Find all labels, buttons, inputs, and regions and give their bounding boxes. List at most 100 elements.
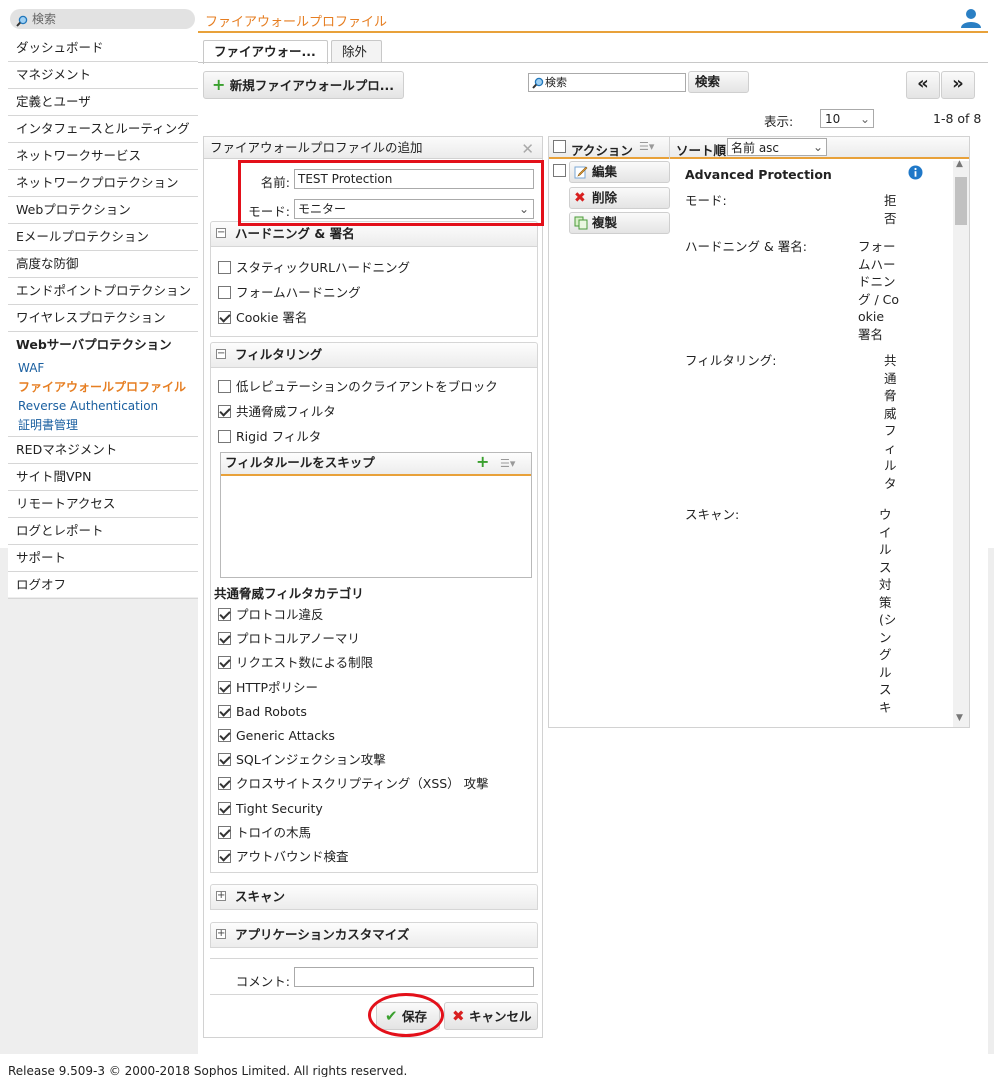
sidebar-subitem[interactable]: Reverse Authentication xyxy=(8,397,198,416)
expand-icon[interactable]: + xyxy=(216,891,226,901)
search-button[interactable]: 検索 xyxy=(688,71,749,93)
option-checkbox[interactable]: スタティックURLハードニング xyxy=(218,260,410,275)
option-checkbox[interactable]: アウトバウンド検査 xyxy=(218,849,349,864)
scroll-up-icon[interactable]: ▲ xyxy=(956,159,963,169)
option-checkbox[interactable]: Tight Security xyxy=(218,801,323,816)
new-firewall-profile-button[interactable]: + 新規ファイアウォールプロ... xyxy=(203,71,404,99)
add-icon[interactable]: + xyxy=(476,452,489,472)
checkbox-box[interactable] xyxy=(218,777,231,791)
tab-divider xyxy=(198,62,988,63)
list-menu-icon[interactable]: ☰▾ xyxy=(500,454,515,474)
sidebar-item[interactable]: インタフェースとルーティング xyxy=(8,116,198,143)
scan-section-header[interactable]: + スキャン xyxy=(210,884,538,910)
skip-filter-rules-title: フィルタルールをスキップ xyxy=(225,455,375,470)
next-page-button[interactable]: » xyxy=(941,71,975,99)
checkbox-box[interactable] xyxy=(218,380,231,393)
option-checkbox[interactable]: Generic Attacks xyxy=(218,728,335,743)
option-checkbox[interactable]: Cookie 署名 xyxy=(218,310,307,325)
sidebar-item[interactable]: Eメールプロテクション xyxy=(8,224,198,251)
comment-field[interactable] xyxy=(294,967,534,987)
prev-page-button[interactable]: « xyxy=(906,71,940,99)
sidebar-item[interactable]: REDマネジメント xyxy=(8,437,198,464)
list-menu-icon[interactable]: ☰▾ xyxy=(639,140,654,153)
cancel-button[interactable]: ✖ キャンセル xyxy=(444,1002,538,1030)
sidebar-item[interactable]: サポート xyxy=(8,545,198,572)
profile-list: アクション ☰▾ ソート順: 名前 asc ⌄ 編集 ✖ 削除 複製 Advan… xyxy=(548,136,970,728)
collapse-icon[interactable]: − xyxy=(216,228,226,238)
sidebar-item[interactable]: ダッシュボード xyxy=(8,35,198,62)
checkbox-box[interactable] xyxy=(218,680,231,694)
option-checkbox[interactable]: Bad Robots xyxy=(218,704,307,719)
option-checkbox[interactable]: 低レピュテーションのクライアントをブロック xyxy=(218,379,498,394)
checkbox-box[interactable] xyxy=(218,261,231,274)
sidebar-item-web-server-protection[interactable]: Webサーバプロテクション xyxy=(8,332,198,359)
sidebar-item[interactable]: リモートアクセス xyxy=(8,491,198,518)
list-search-input[interactable]: 検索 xyxy=(528,73,686,92)
option-checkbox[interactable]: プロトコルアノーマリ xyxy=(218,631,360,646)
sidebar-item[interactable]: ネットワークサービス xyxy=(8,143,198,170)
sidebar-item[interactable]: マネジメント xyxy=(8,62,198,89)
checkbox-box[interactable] xyxy=(218,608,231,621)
option-checkbox[interactable]: プロトコル違反 xyxy=(218,607,324,622)
option-checkbox[interactable]: クロスサイトスクリプティング（XSS） 攻撃 xyxy=(218,776,489,791)
checkbox-box[interactable] xyxy=(218,405,231,418)
list-scrollbar[interactable] xyxy=(953,161,969,727)
option-label: Tight Security xyxy=(236,800,323,816)
global-search-input[interactable]: 検索 xyxy=(10,9,195,29)
sidebar-item[interactable]: ログとレポート xyxy=(8,518,198,545)
sidebar-item[interactable]: エンドポイントプロテクション xyxy=(8,278,198,305)
info-icon[interactable] xyxy=(908,165,923,183)
clone-label: 複製 xyxy=(592,215,618,230)
checkbox-box[interactable] xyxy=(218,729,231,742)
option-checkbox[interactable]: リクエスト数による制限 xyxy=(218,655,373,670)
global-search-placeholder: 検索 xyxy=(32,12,57,26)
select-all-checkbox[interactable] xyxy=(553,140,571,154)
sidebar-item[interactable]: ログオフ xyxy=(8,572,198,599)
sort-select[interactable]: 名前 asc ⌄ xyxy=(727,138,827,156)
checkbox-box[interactable] xyxy=(218,704,231,718)
sidebar-subitem[interactable]: WAF xyxy=(8,359,198,378)
option-label: スタティックURLハードニング xyxy=(236,260,411,275)
delete-button[interactable]: ✖ 削除 xyxy=(569,187,670,209)
checkbox-box[interactable] xyxy=(218,311,231,324)
collapse-icon[interactable]: − xyxy=(216,349,226,359)
page-size-select[interactable]: 10 ⌄ xyxy=(820,109,874,128)
option-label: 低レピュテーションのクライアントをブロック xyxy=(236,379,498,394)
clone-button[interactable]: 複製 xyxy=(569,212,670,234)
checkbox-box[interactable] xyxy=(218,825,231,839)
user-icon[interactable] xyxy=(960,8,982,31)
list-scrollbar-thumb[interactable] xyxy=(955,177,967,225)
checkbox-box[interactable] xyxy=(218,430,231,443)
edit-button[interactable]: 編集 xyxy=(569,161,670,183)
sidebar-item[interactable]: ワイヤレスプロテクション xyxy=(8,305,198,332)
filtering-section-header[interactable]: − フィルタリング xyxy=(210,342,538,368)
checkbox-box[interactable] xyxy=(218,632,231,646)
checkbox-box[interactable] xyxy=(218,801,231,815)
checkbox-box[interactable] xyxy=(218,753,231,767)
sidebar-item[interactable]: ネットワークプロテクション xyxy=(8,170,198,197)
option-label: SQLインジェクション攻撃 xyxy=(236,752,386,768)
sidebar-subitem[interactable]: 証明書管理 xyxy=(8,416,198,435)
tab-firewall-profiles[interactable]: ファイアウォー... xyxy=(203,40,328,64)
sidebar-subitem[interactable]: ファイアウォールプロファイル xyxy=(8,378,198,397)
scroll-down-icon[interactable]: ▼ xyxy=(956,713,963,723)
option-checkbox[interactable]: Rigid フィルタ xyxy=(218,429,321,444)
app-customize-section-header[interactable]: + アプリケーションカスタマイズ xyxy=(210,922,538,948)
option-checkbox[interactable]: 共通脅威フィルタ xyxy=(218,404,336,419)
sidebar-item[interactable]: Webプロテクション xyxy=(8,197,198,224)
tab-exceptions[interactable]: 除外 xyxy=(331,40,382,63)
option-checkbox[interactable]: トロイの木馬 xyxy=(218,825,311,840)
mode-detail-value: 拒否 xyxy=(884,193,897,226)
sidebar-item[interactable]: サイト間VPN xyxy=(8,464,198,491)
checkbox-box[interactable] xyxy=(218,656,231,670)
option-checkbox[interactable]: HTTPポリシー xyxy=(218,680,318,695)
sidebar-item[interactable]: 高度な防御 xyxy=(8,251,198,278)
footer-copyright: Release 9.509-3 © 2000-2018 Sophos Limit… xyxy=(8,1064,408,1077)
option-checkbox[interactable]: フォームハードニング xyxy=(218,285,361,300)
expand-icon[interactable]: + xyxy=(216,929,226,939)
sidebar-item[interactable]: 定義とユーザ xyxy=(8,89,198,116)
close-icon[interactable]: ✕ xyxy=(521,139,534,160)
option-checkbox[interactable]: SQLインジェクション攻撃 xyxy=(218,752,386,767)
checkbox-box[interactable] xyxy=(218,850,231,863)
checkbox-box[interactable] xyxy=(218,286,231,299)
